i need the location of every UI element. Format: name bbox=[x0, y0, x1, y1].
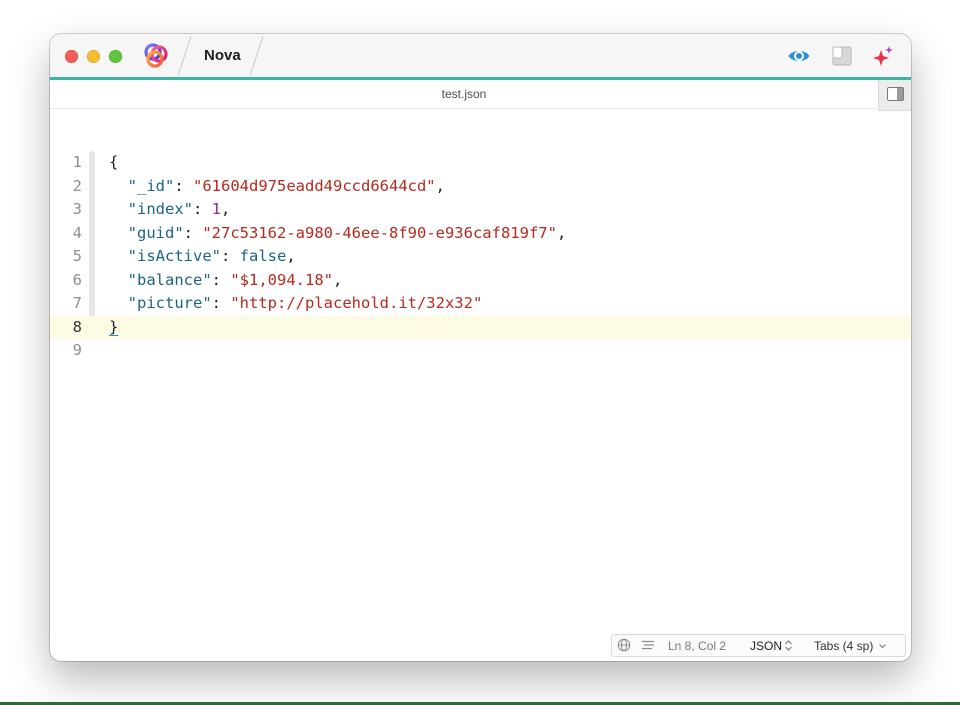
line-number: 3 bbox=[72, 200, 82, 218]
line-number: 4 bbox=[72, 223, 82, 242]
editor-window: Nova test.json 1{2 "_id": "61604d975eadd bbox=[50, 34, 911, 661]
sidebar-toggle-button[interactable] bbox=[878, 80, 911, 111]
code-text: "isActive": false, bbox=[109, 245, 296, 269]
code-token: : bbox=[221, 247, 240, 265]
minimize-window-button[interactable] bbox=[87, 50, 100, 63]
code-text: { bbox=[109, 151, 118, 175]
code-token: , bbox=[333, 270, 343, 289]
cursor-position[interactable]: Ln 8, Col 2 bbox=[668, 639, 726, 653]
code-text: "_id": "61604d975eadd49ccd6644cd", bbox=[109, 175, 445, 199]
code-line[interactable]: 4 "guid": "27c53162-a980-46ee-8f90-e936c… bbox=[50, 222, 911, 246]
code-token: "61604d975eadd49ccd6644cd" bbox=[193, 176, 436, 195]
code-text: "index": 1, bbox=[109, 198, 231, 222]
code-editor[interactable]: 1{2 "_id": "61604d975eadd49ccd6644cd", 3 … bbox=[50, 116, 911, 636]
line-number: 7 bbox=[72, 294, 82, 312]
code-token: : bbox=[183, 223, 203, 242]
code-token: , bbox=[556, 223, 567, 242]
code-text: "balance": "$1,094.18", bbox=[109, 269, 343, 293]
code-line[interactable]: 1{ bbox=[50, 151, 911, 175]
code-token: } bbox=[109, 317, 119, 336]
code-text: } bbox=[109, 316, 118, 340]
code-token: "http://placehold.it/32x32" bbox=[230, 294, 483, 312]
code-token: "picture" bbox=[127, 294, 212, 312]
code-text: "guid": "27c53162-a980-46ee-8f90-e936caf… bbox=[109, 222, 567, 246]
code-token: , bbox=[221, 200, 231, 218]
code-line[interactable]: 9 bbox=[50, 339, 911, 363]
code-token: , bbox=[286, 247, 296, 265]
code-token: : bbox=[174, 176, 194, 195]
code-line[interactable]: 6 "balance": "$1,094.18", bbox=[50, 269, 911, 293]
titlebar: Nova bbox=[50, 34, 911, 77]
code-token: : bbox=[211, 270, 231, 289]
nova-logo-icon[interactable] bbox=[143, 43, 169, 69]
sidebar-toggle-icon bbox=[887, 87, 904, 101]
chevron-down-icon bbox=[879, 644, 887, 649]
lines-icon[interactable] bbox=[641, 638, 655, 652]
code-token: "guid" bbox=[127, 223, 184, 242]
chevron-updown-icon bbox=[785, 640, 792, 651]
code-token: { bbox=[109, 153, 119, 171]
code-line[interactable]: 5 "isActive": false, bbox=[50, 245, 911, 269]
code-line[interactable]: 7 "picture": "http://placehold.it/32x32" bbox=[50, 292, 911, 316]
code-token: "balance" bbox=[127, 270, 212, 289]
app-title[interactable]: Nova bbox=[204, 47, 241, 64]
breadcrumb-separator bbox=[249, 35, 264, 77]
code-token: 1 bbox=[211, 200, 222, 218]
indentation-label: Tabs (4 sp) bbox=[814, 639, 874, 653]
code-token: false bbox=[239, 247, 287, 265]
sparkle-icon[interactable] bbox=[871, 44, 895, 68]
language-selector[interactable]: JSON bbox=[750, 639, 793, 653]
tab-test-json[interactable]: test.json bbox=[50, 87, 878, 101]
line-number: 1 bbox=[72, 153, 82, 171]
maximize-window-button[interactable] bbox=[109, 50, 122, 63]
line-number: 6 bbox=[72, 270, 82, 289]
code-token: "isActive" bbox=[127, 247, 221, 265]
line-number: 2 bbox=[72, 176, 82, 195]
line-number: 5 bbox=[72, 247, 82, 265]
layout-icon[interactable] bbox=[830, 44, 854, 68]
close-window-button[interactable] bbox=[65, 50, 78, 63]
code-line[interactable]: 8} bbox=[50, 315, 911, 340]
code-line[interactable]: 3 "index": 1, bbox=[50, 198, 911, 222]
code-line[interactable]: 2 "_id": "61604d975eadd49ccd6644cd", bbox=[50, 175, 911, 199]
eye-icon[interactable] bbox=[787, 44, 811, 68]
language-label: JSON bbox=[750, 639, 783, 653]
tab-bar: test.json bbox=[50, 80, 911, 109]
code-token: : bbox=[193, 200, 212, 218]
globe-icon[interactable] bbox=[617, 638, 631, 652]
indentation-selector[interactable]: Tabs (4 sp) bbox=[814, 639, 887, 653]
breadcrumb-separator bbox=[177, 35, 192, 77]
code-text: "picture": "http://placehold.it/32x32" bbox=[109, 292, 483, 316]
line-number: 8 bbox=[72, 317, 82, 336]
code-token: "_id" bbox=[127, 176, 175, 195]
code-token: "$1,094.18" bbox=[230, 270, 333, 289]
status-bar: Ln 8, Col 2 JSON Tabs (4 sp) bbox=[611, 634, 906, 657]
code-token: "27c53162-a980-46ee-8f90-e936caf819f7" bbox=[202, 223, 557, 242]
code-token: : bbox=[211, 294, 231, 312]
code-token: , bbox=[435, 176, 445, 195]
code-token: "index" bbox=[127, 200, 193, 218]
line-number: 9 bbox=[72, 341, 82, 359]
